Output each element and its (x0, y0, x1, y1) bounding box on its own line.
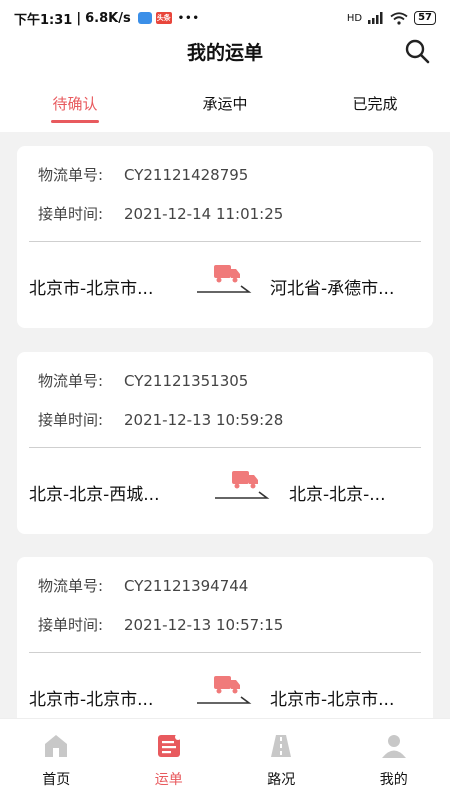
bottom-nav: 首页 运单 路况 我的 (0, 718, 450, 800)
destination: 河北省-承德市... (270, 279, 395, 299)
news-app-icon: 头条 (155, 12, 172, 24)
accept-time-value: 2021-12-13 10:57:15 (124, 616, 284, 634)
tab-completed[interactable]: 已完成 (300, 70, 450, 132)
status-time: 下午1:31 (14, 12, 73, 28)
tracking-label: 物流单号: (38, 372, 104, 390)
status-right: HD 57 (347, 11, 436, 25)
tab-label: 承运中 (202, 95, 248, 113)
tracking-row: 物流单号: CY21121351305 (38, 370, 248, 391)
header: 我的运单 (0, 36, 450, 70)
tab-label: 待确认 (52, 95, 98, 113)
waybill-icon (157, 734, 181, 757)
profile-icon (381, 735, 406, 758)
battery-icon: 57 (414, 11, 436, 25)
home-icon (45, 735, 68, 757)
destination: 北京-北京-... (289, 485, 386, 505)
accept-time-value: 2021-12-13 10:59:28 (124, 411, 284, 429)
nav-road-conditions[interactable]: 路况 (225, 719, 338, 800)
truck-icon (197, 676, 252, 704)
signal-hd-label: HD (346, 12, 363, 24)
nav-label: 我的 (379, 772, 408, 788)
accept-time-row: 接单时间: 2021-12-13 10:57:15 (38, 614, 283, 635)
status-net-speed: 6.8K/s (85, 10, 131, 26)
nav-label: 路况 (267, 772, 296, 788)
accept-time-row: 接单时间: 2021-12-13 10:59:28 (38, 409, 283, 430)
tab-in-transit[interactable]: 承运中 (150, 70, 300, 132)
tracking-number: CY21121394744 (124, 577, 249, 595)
page-title: 我的运单 (186, 42, 263, 64)
status-tabs: 待确认 承运中 已完成 (0, 70, 450, 132)
truck-icon (215, 471, 270, 499)
order-card[interactable]: 物流单号: CY21121428795 接单时间: 2021-12-14 11:01… (17, 146, 433, 328)
app-notification-icon (137, 12, 152, 24)
divider (29, 241, 421, 242)
tab-pending[interactable]: 待确认 (0, 70, 150, 132)
order-list: 物流单号: CY21121428795 接单时间: 2021-12-14 11:01… (0, 132, 450, 718)
route: 北京市-北京市... 河北省-承德市... (29, 264, 421, 304)
accept-time-value: 2021-12-14 11:01:25 (124, 205, 284, 223)
order-card[interactable]: 物流单号: CY21121351305 接单时间: 2021-12-13 10:59… (17, 352, 433, 534)
origin: 北京市-北京市... (29, 279, 154, 299)
status-left: 下午1:31 | 6.8K/s 头条 ••• (14, 9, 200, 28)
tracking-number: CY21121428795 (124, 166, 249, 184)
tab-active-indicator (51, 120, 99, 123)
route: 北京市-北京市... 北京市-北京市... (29, 675, 421, 715)
order-card[interactable]: 物流单号: CY21121394744 接单时间: 2021-12-13 10:57… (17, 557, 433, 718)
nav-profile[interactable]: 我的 (338, 719, 450, 800)
wifi-icon (390, 11, 408, 25)
nav-label: 运单 (154, 772, 183, 788)
tab-label: 已完成 (352, 95, 398, 113)
tracking-row: 物流单号: CY21121394744 (38, 575, 248, 596)
nav-label: 首页 (42, 772, 71, 788)
tracking-label: 物流单号: (38, 577, 104, 595)
origin: 北京-北京-西城... (29, 485, 160, 505)
signal-icon (368, 12, 383, 24)
status-separator: | (76, 10, 82, 26)
accept-time-label: 接单时间: (38, 411, 104, 429)
accept-time-label: 接单时间: (38, 616, 104, 634)
divider (29, 447, 421, 448)
road-icon (271, 735, 292, 757)
tracking-number: CY21121351305 (124, 372, 249, 390)
nav-waybill[interactable]: 运单 (113, 719, 226, 800)
truck-icon (197, 265, 252, 293)
tracking-row: 物流单号: CY21121428795 (38, 164, 248, 185)
destination: 北京市-北京市... (270, 690, 395, 710)
divider (29, 652, 421, 653)
accept-time-row: 接单时间: 2021-12-14 11:01:25 (38, 203, 283, 224)
route: 北京-北京-西城... 北京-北京-... (29, 470, 421, 510)
status-dots: ••• (177, 12, 200, 24)
tracking-label: 物流单号: (38, 166, 104, 184)
accept-time-label: 接单时间: (38, 205, 104, 223)
nav-home[interactable]: 首页 (0, 719, 113, 800)
origin: 北京市-北京市... (29, 690, 154, 710)
status-bar: 下午1:31 | 6.8K/s 头条 ••• HD 57 (0, 0, 450, 36)
search-icon[interactable] (404, 38, 430, 64)
